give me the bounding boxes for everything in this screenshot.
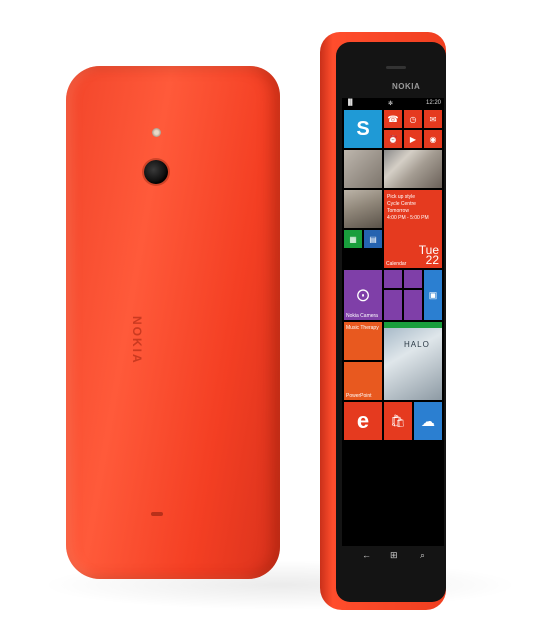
back-brand-logo: NOKIA <box>130 316 144 365</box>
tile-purple-2[interactable] <box>404 270 422 288</box>
status-time: 12:20 <box>425 100 441 106</box>
tile-internet-explorer[interactable]: e <box>344 402 382 440</box>
search-icon[interactable]: ⌕ <box>420 550 425 561</box>
tile-music[interactable]: Music Therapy <box>344 322 382 360</box>
message-icon: ✉ <box>429 114 437 124</box>
tile-store[interactable]: 🛍 <box>384 402 412 440</box>
phone-screen: ▐▌ ✻ 12:20 S ☎ ◷ ✉ ⏰ ▶ ◉ Pick up style C… <box>342 98 444 546</box>
calendar-event-text: Pick up style Cycle Centre Tomorrow 4:00… <box>387 194 429 221</box>
calendar-label: Calendar <box>386 261 407 267</box>
tile-small-2[interactable]: ◷ <box>404 110 422 128</box>
tile-purple-4[interactable] <box>404 290 422 320</box>
tile-photo-small[interactable] <box>344 150 382 188</box>
video-icon: ▶ <box>409 134 417 144</box>
tile-word[interactable]: ▤ <box>364 230 382 248</box>
tile-calendar[interactable]: Pick up style Cycle Centre Tomorrow 4:00… <box>384 190 442 268</box>
nokia-camera-label: Nokia Camera <box>346 313 378 319</box>
tile-onedrive[interactable]: ☁ <box>414 402 442 440</box>
halo-title: HALO <box>404 340 430 349</box>
phone-icon: ☎ <box>387 113 399 124</box>
tile-small-5[interactable]: ▶ <box>404 130 422 148</box>
excel-icon: ▦ <box>349 234 357 244</box>
tile-small-6[interactable]: ◉ <box>424 130 442 148</box>
music-label: Music Therapy <box>346 325 379 331</box>
store-icon: 🛍 <box>390 414 406 428</box>
ie-icon: e <box>356 408 370 433</box>
presentation-icon: ▣ <box>428 289 438 300</box>
clock-icon: ◷ <box>409 114 417 124</box>
tile-halo[interactable]: HALO <box>384 322 442 400</box>
status-bar: ▐▌ ✻ 12:20 <box>342 98 444 108</box>
windows-start-icon[interactable]: ⊞ <box>390 550 398 561</box>
rear-speaker <box>151 512 163 516</box>
tile-excel[interactable]: ▦ <box>344 230 362 248</box>
tile-skype[interactable]: S <box>344 110 382 148</box>
tile-people[interactable] <box>344 190 382 228</box>
tile-powerpoint[interactable]: PowerPoint <box>344 362 382 400</box>
camera-icon: ◉ <box>429 134 437 144</box>
product-photo: NOKIA NOKIA ▐▌ ✻ 12:20 S ☎ ◷ ✉ ⏰ ▶ ◉ Pic… <box>0 0 551 621</box>
skype-icon: S <box>356 117 370 140</box>
cloud-icon: ☁ <box>421 412 435 429</box>
alarm-icon: ⏰ <box>388 134 398 144</box>
earpiece <box>386 66 406 69</box>
phone-back: NOKIA <box>66 66 280 579</box>
tile-purple-1[interactable] <box>384 270 402 288</box>
word-icon: ▤ <box>369 234 377 244</box>
camera-flash <box>152 128 161 137</box>
xbox-band <box>384 322 442 328</box>
calendar-day: Tue 22 <box>418 243 439 267</box>
tile-photos[interactable] <box>384 150 442 188</box>
tile-small-4[interactable]: ⏰ <box>384 130 402 148</box>
tile-purple-3[interactable] <box>384 290 402 320</box>
tile-nokia-camera[interactable]: ⊙ Nokia Camera <box>344 270 382 320</box>
bluetooth-icon: ✻ <box>388 101 394 107</box>
signal-icon: ▐▌ <box>346 100 355 106</box>
powerpoint-label: PowerPoint <box>346 393 372 399</box>
nav-bar: ← ⊞ ⌕ <box>342 548 444 566</box>
front-brand-logo: NOKIA <box>392 82 421 91</box>
tile-phone[interactable]: ☎ <box>384 110 402 128</box>
rear-camera-lens <box>144 160 168 184</box>
tile-messaging[interactable]: ✉ <box>424 110 442 128</box>
tile-storyteller[interactable]: ▣ <box>424 270 442 320</box>
back-arrow-icon[interactable]: ← <box>362 550 371 560</box>
